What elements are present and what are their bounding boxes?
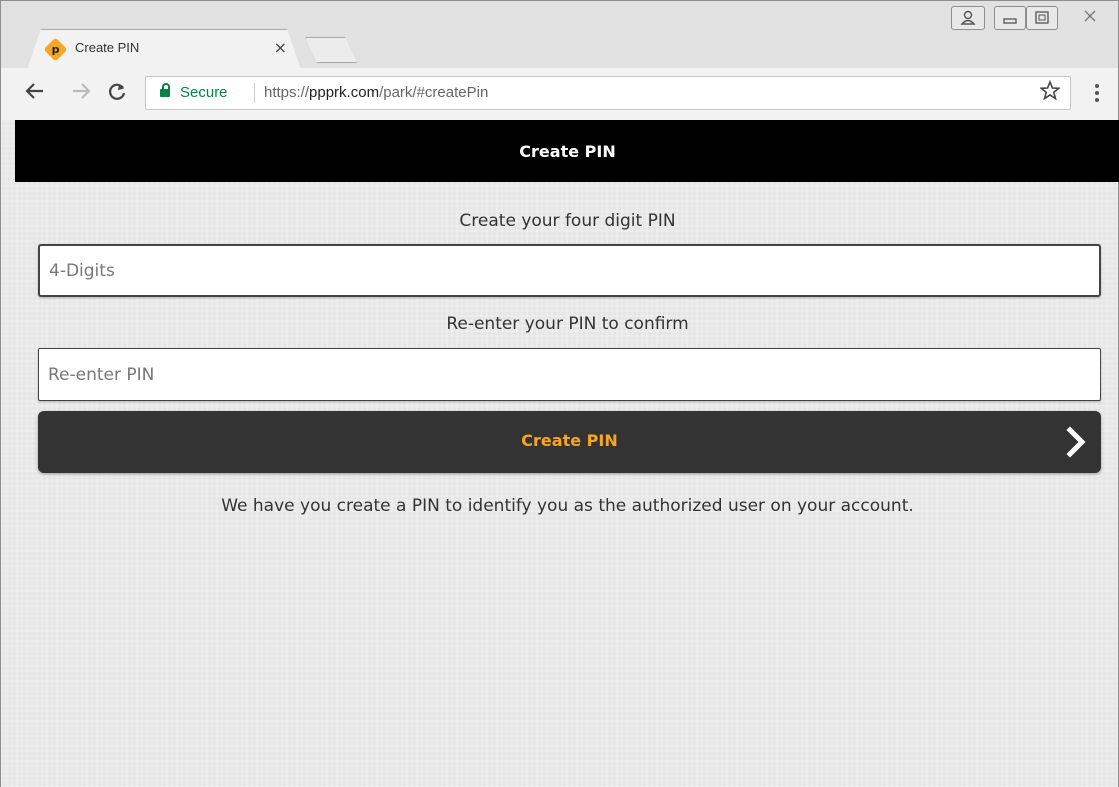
confirm-prompt: Re-enter your PIN to confirm [446, 314, 689, 334]
tab-strip: p Create PIN × [1, 0, 1118, 68]
create-pin-button-label: Create PIN [521, 431, 618, 450]
user-icon[interactable] [951, 6, 985, 30]
url-text[interactable]: https://ppprk.com/park/#createPin [264, 84, 488, 101]
address-separator [254, 83, 255, 103]
favicon-letter: p [51, 43, 60, 56]
chevron-right-icon [1063, 424, 1089, 460]
tab-title: Create PIN [75, 40, 140, 55]
minimize-icon[interactable] [994, 6, 1026, 30]
browser-toolbar: Secure https://ppprk.com/park/#createPin [1, 68, 1118, 120]
tab-create-pin[interactable]: p Create PIN × [27, 29, 301, 69]
browser-chrome: p Create PIN × Secure https://ppprk.com/… [0, 0, 1119, 120]
window-close-icon[interactable] [1065, 6, 1115, 28]
create-pin-button[interactable]: Create PIN [38, 411, 1101, 473]
page-title: Create PIN [519, 141, 616, 161]
page-header: Create PIN [15, 120, 1119, 182]
url-path: /park/#createPin [379, 84, 489, 101]
back-icon[interactable] [25, 80, 45, 108]
reload-icon[interactable] [107, 81, 127, 108]
star-icon[interactable] [1039, 79, 1061, 107]
page-content: Create PIN Create your four digit PIN Re… [0, 120, 1119, 787]
menu-icon[interactable] [1093, 82, 1101, 104]
maximize-icon[interactable] [1026, 6, 1058, 30]
close-icon[interactable]: × [274, 38, 287, 57]
pin-prompt: Create your four digit PIN [459, 211, 676, 231]
url-host: ppprk.com [309, 84, 380, 101]
lock-icon [160, 83, 170, 97]
address-bar[interactable]: Secure https://ppprk.com/park/#createPin [145, 76, 1071, 110]
confirm-pin-input[interactable] [38, 348, 1101, 401]
forward-icon[interactable] [71, 80, 91, 108]
new-tab-icon[interactable] [305, 37, 357, 63]
pin-input[interactable] [38, 244, 1101, 297]
explanation-text: We have you create a PIN to identify you… [221, 496, 914, 516]
secure-label: Secure [180, 84, 228, 101]
url-scheme: https:// [264, 84, 310, 101]
